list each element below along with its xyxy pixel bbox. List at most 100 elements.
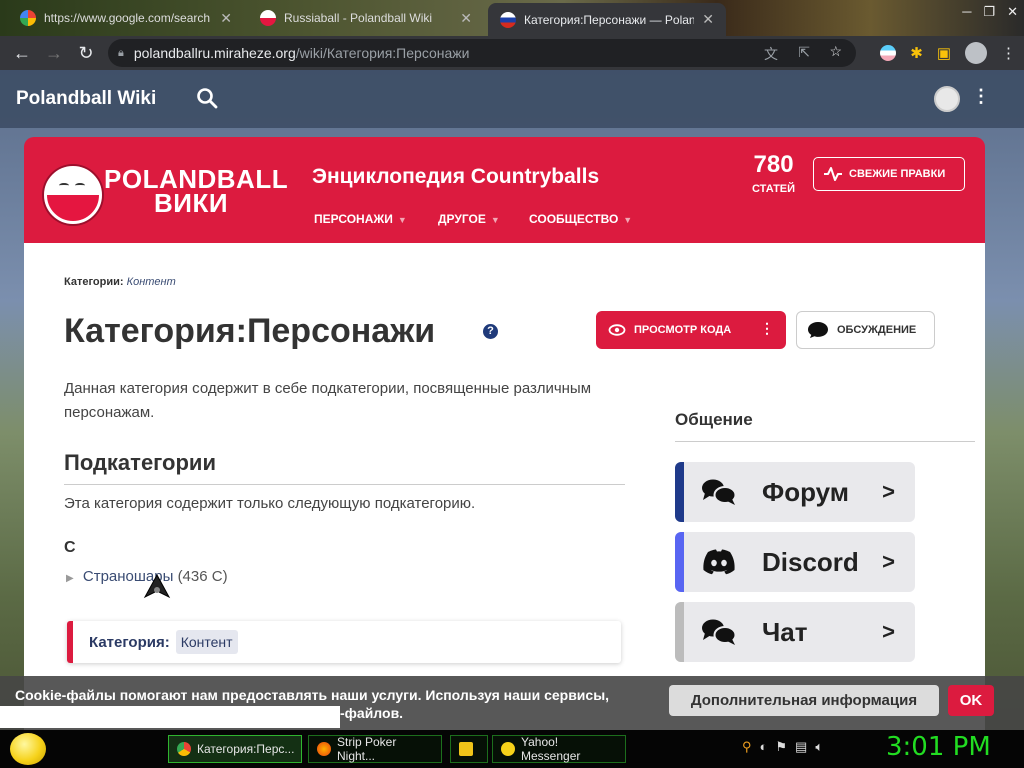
search-tray-icon[interactable]: ⚲: [742, 739, 752, 755]
close-window-icon[interactable]: ✕: [1007, 4, 1018, 20]
page-viewport: Polandball Wiki ⋮ POLANDBALL ВИКИ Энцикл…: [0, 70, 1024, 730]
extension-flag-icon[interactable]: [880, 45, 897, 61]
browser-tab-strip: https://www.google.com/search ✕ Russiaba…: [0, 0, 1024, 36]
chat-label: Чат: [762, 616, 808, 647]
network-icon[interactable]: ◐: [760, 739, 768, 755]
logo-eye-icon: [75, 183, 85, 188]
card-accent: [675, 462, 684, 522]
cookie-banner: Cookie-файлы помогают нам предоставлять …: [0, 676, 1024, 730]
forum-icon: [698, 478, 740, 506]
subcategories-note: Эта категория содержит только следующую …: [64, 495, 476, 512]
tab-current[interactable]: Категория:Персонажи — Polandball Wiki ✕: [488, 3, 726, 36]
reload-icon[interactable]: ↻: [70, 39, 102, 67]
taskbar-item-label: Категория:Перс...: [197, 742, 295, 756]
card-accent: [675, 602, 684, 662]
nav-other[interactable]: ДРУГОЕ ▼: [438, 212, 500, 226]
volume-icon[interactable]: 🔈︎: [815, 739, 823, 755]
speech-bubble-icon: [808, 322, 828, 338]
article-count-label: СТАТЕЙ: [752, 183, 796, 195]
subcategories-heading: Подкатегории: [64, 450, 625, 485]
tab-google-search[interactable]: https://www.google.com/search ✕: [8, 4, 244, 32]
share-icon[interactable]: ⇱: [798, 44, 810, 61]
white-overlay: [0, 706, 340, 728]
minimize-icon[interactable]: ─: [962, 4, 971, 20]
taskbar-clock[interactable]: 3:01 PM: [886, 732, 991, 762]
taskbar-item-folder[interactable]: [450, 735, 488, 763]
category-description: Данная категория содержит в себе подкате…: [64, 380, 592, 421]
subcategory-count: (436 С): [177, 568, 228, 585]
discord-link-card[interactable]: Discord >: [675, 532, 915, 592]
recent-changes-label: СВЕЖИЕ ПРАВКИ: [849, 168, 946, 180]
nav-community[interactable]: СООБЩЕСТВО ▼: [529, 212, 632, 226]
address-bar[interactable]: 🔒︎ polandballru.miraheze.org /wiki/Катег…: [108, 39, 856, 67]
logo-eye-icon: [59, 183, 69, 188]
back-icon[interactable]: ←: [6, 39, 38, 67]
chevron-down-icon: ▼: [623, 215, 633, 225]
help-question-icon[interactable]: ?: [483, 324, 498, 339]
tab-russiaball[interactable]: Russiaball - Polandball Wiki ✕: [248, 4, 484, 32]
flag-icon[interactable]: ⚑: [775, 739, 787, 755]
chrome-icon: [177, 742, 191, 756]
address-host: polandballru.miraheze.org: [133, 45, 296, 61]
taskbar-item-yahoo[interactable]: Yahoo! Messenger: [492, 735, 626, 763]
taskbar-item-label: Strip Poker Night...: [337, 735, 397, 763]
polandball-icon: [260, 10, 276, 26]
community-heading: Общение: [675, 410, 975, 442]
taskbar-item-chrome[interactable]: Категория:Перс...: [168, 735, 302, 763]
display-icon[interactable]: ▤: [795, 739, 807, 755]
breadcrumb-label: Категории:: [64, 276, 124, 288]
taskbar-item-label: Yahoo! Messenger: [521, 735, 581, 763]
more-options-icon[interactable]: ⋮: [972, 86, 990, 107]
firefox-icon: [317, 742, 331, 756]
bookmark-star-icon[interactable]: ☆: [829, 43, 842, 60]
close-icon[interactable]: ✕: [220, 10, 232, 27]
translate-icon[interactable]: 文: [764, 44, 778, 64]
wiki-name-link[interactable]: Polandball Wiki: [16, 88, 156, 110]
expand-triangle-icon[interactable]: ▶: [66, 573, 74, 584]
lock-icon: 🔒︎: [118, 46, 124, 59]
menu-kebab-icon[interactable]: ⋮: [1001, 44, 1016, 62]
breadcrumb: Категории: Контент: [64, 276, 176, 288]
tab-title: Категория:Персонажи — Polandball Wiki: [524, 12, 694, 27]
sidepanel-icon[interactable]: ▣: [937, 44, 951, 62]
profile-avatar[interactable]: [965, 42, 987, 64]
more-actions-icon[interactable]: ⋮: [760, 320, 774, 337]
chevron-right-icon: >: [882, 619, 895, 644]
chevron-right-icon: >: [882, 549, 895, 574]
close-icon[interactable]: ✕: [702, 11, 714, 28]
breadcrumb-link-content[interactable]: Контент: [127, 276, 176, 288]
toolbar-extensions: ✱ ▣ ⋮: [880, 42, 1016, 64]
close-icon[interactable]: ✕: [460, 10, 472, 27]
forward-icon[interactable]: →: [38, 39, 70, 67]
card-accent: [675, 532, 684, 592]
site-tagline: Энциклопедия Countryballs: [312, 165, 600, 188]
category-label[interactable]: Категория:: [89, 634, 170, 651]
forum-link-card[interactable]: Форум >: [675, 462, 915, 522]
category-footer-box: Категория: Контент: [67, 621, 621, 663]
start-smiley-icon[interactable]: [10, 733, 46, 765]
polandball-logo-icon[interactable]: [44, 166, 102, 224]
logo-text-line2[interactable]: ВИКИ: [154, 188, 228, 219]
discord-label: Discord: [762, 546, 859, 577]
chat-icon: [698, 618, 740, 646]
activity-pulse-icon: [824, 167, 842, 181]
eye-icon: [608, 324, 626, 336]
search-icon[interactable]: [196, 87, 218, 109]
discussion-button[interactable]: ОБСУЖДЕНИЕ: [796, 311, 935, 349]
chat-link-card[interactable]: Чат >: [675, 602, 915, 662]
wiki-header: POLANDBALL ВИКИ Энциклопедия Countryball…: [24, 137, 985, 243]
nav-characters[interactable]: ПЕРСОНАЖИ ▼: [314, 212, 407, 226]
recent-changes-button[interactable]: СВЕЖИЕ ПРАВКИ: [813, 157, 965, 191]
russiaball-icon: [500, 11, 516, 28]
maximize-icon[interactable]: ❐: [983, 4, 995, 20]
extensions-puzzle-icon[interactable]: ✱: [910, 44, 923, 62]
cookie-more-info-button[interactable]: Дополнительная информация: [669, 685, 939, 716]
folder-icon: [459, 742, 473, 756]
cursor-icon: [143, 573, 171, 599]
user-avatar[interactable]: [934, 86, 960, 112]
category-tag-content[interactable]: Контент: [175, 630, 238, 654]
chevron-right-icon: >: [882, 479, 895, 504]
cookie-ok-button[interactable]: OK: [948, 685, 994, 716]
view-source-button[interactable]: ПРОСМОТР КОДА ⋮: [596, 311, 786, 349]
taskbar-item-firefox[interactable]: Strip Poker Night...: [308, 735, 442, 763]
